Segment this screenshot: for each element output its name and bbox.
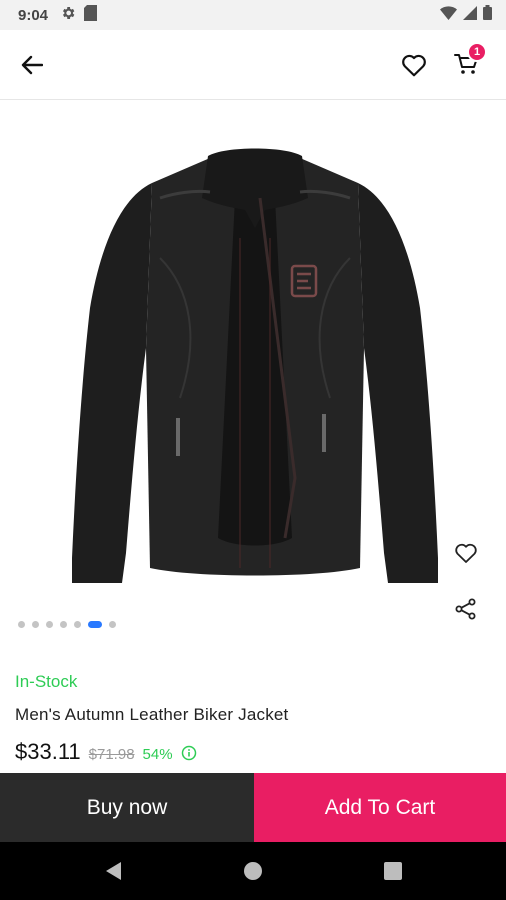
nav-back-icon[interactable]: [104, 861, 122, 881]
carousel-dot[interactable]: [74, 621, 81, 628]
stock-status: In-Stock: [15, 672, 78, 691]
carousel-dot[interactable]: [46, 621, 53, 628]
heart-outline-icon: [455, 543, 477, 563]
status-right-icons: [440, 5, 492, 25]
product-image[interactable]: [60, 138, 450, 594]
cart-count-badge: 1: [467, 42, 487, 62]
back-arrow-icon: [21, 55, 43, 75]
carousel-dot[interactable]: [109, 621, 116, 628]
battery-icon: [483, 5, 492, 25]
current-price: $33.11: [15, 739, 81, 764]
product-title: Men's Autumn Leather Biker Jacket: [15, 705, 289, 724]
wifi-icon: [440, 5, 457, 25]
carousel-dot[interactable]: [18, 621, 25, 628]
price-row: $33.11 $71.98 54%: [15, 739, 197, 765]
status-bar: 9:04: [0, 0, 506, 30]
add-to-cart-button[interactable]: Add To Cart: [254, 773, 506, 842]
carousel-dot-active[interactable]: [88, 621, 102, 628]
original-price: $71.98: [88, 746, 135, 763]
carousel-dot[interactable]: [60, 621, 67, 628]
top-app-bar: [0, 30, 506, 100]
info-icon[interactable]: [181, 745, 197, 761]
nav-recents-icon[interactable]: [384, 862, 402, 880]
status-left-icons: [60, 4, 98, 26]
carousel-dots: [18, 621, 116, 628]
status-time: 9:04: [18, 6, 49, 24]
wishlist-button[interactable]: [399, 50, 429, 80]
share-icon: [455, 598, 476, 620]
sd-card-icon: [84, 4, 98, 26]
discount-percent: 54%: [142, 746, 173, 763]
nav-home-icon[interactable]: [244, 862, 262, 880]
back-button[interactable]: [16, 51, 48, 79]
buy-now-button[interactable]: Buy now: [0, 773, 254, 842]
image-wishlist-button[interactable]: [452, 539, 480, 567]
share-button[interactable]: [453, 596, 479, 622]
settings-icon: [60, 5, 76, 26]
system-nav-bar: [0, 842, 506, 900]
carousel-dot[interactable]: [32, 621, 39, 628]
signal-icon: [463, 5, 477, 25]
heart-outline-icon: [402, 54, 426, 77]
product-detail-screen: 9:04 1 In-Stock Men's Autumn Leather Bik…: [0, 0, 506, 900]
